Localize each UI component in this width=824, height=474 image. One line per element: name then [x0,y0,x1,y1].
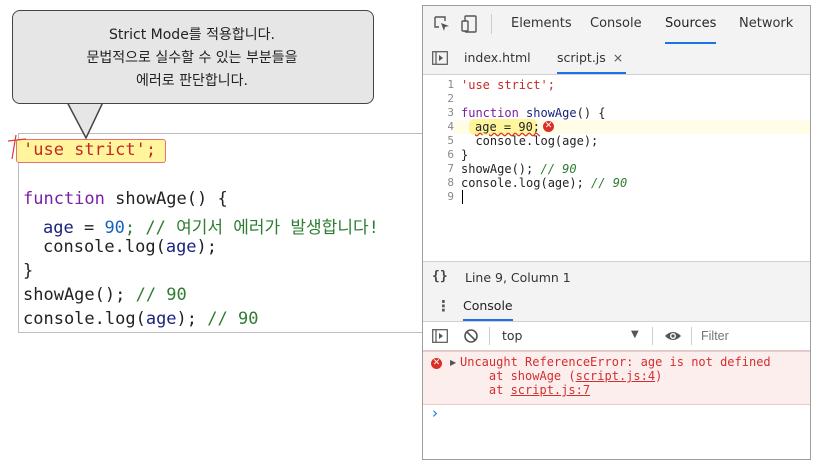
code-panel: 'use strict'; function showAge() { age =… [16,133,427,333]
context-selector[interactable]: top [502,328,522,343]
log-var: age [165,237,197,257]
tab-network[interactable]: Network [739,6,793,42]
line-number: 8 [447,176,454,189]
toolbar-separator [489,327,490,345]
stack-prefix: at [460,383,511,397]
eye-icon[interactable] [664,329,682,343]
function-keyword: function [23,189,105,209]
function-signature: showAge() { [104,189,228,209]
tab-console[interactable]: Console [590,6,642,42]
error-circle-icon: ✕ [431,358,442,369]
console-sidebar-icon[interactable] [432,329,448,343]
callout-line-3: 에러로 판단합니다. [136,73,248,89]
age-eq: = [73,218,105,238]
devtools-toolbar: Elements Console Sources Network [423,6,810,45]
call-code: showAge(); [23,285,136,305]
code-line-log: console.log(age); [43,237,217,257]
log2-comment: // 90 [207,309,259,329]
error-icon[interactable]: ✕ [543,121,554,132]
tab-sources[interactable]: Sources [665,6,717,44]
function-keyword: function [461,106,519,120]
code-line-strict: 'use strict'; [23,140,156,160]
editor-line-7: showAge(); // 90 [461,162,577,176]
code-editor[interactable]: 1 2 3 4 5 6 7 8 9 'use strict'; function… [423,75,810,261]
line-number: 9 [447,190,454,203]
stack-frame-2: at script.js:7 [460,383,590,397]
strict-string: 'use strict'; [23,140,157,160]
editor-line-4: age = 90; [475,120,541,134]
editor-line-5: console.log(age); [461,134,599,148]
line-number: 5 [447,134,454,147]
line-number: 3 [447,106,454,119]
call-comment: // 90 [135,285,187,305]
toggle-navigator-icon[interactable] [432,51,448,65]
toolbar-separator [652,327,653,345]
log-post: ); [196,237,218,257]
status-bar: {} Line 9, Column 1 [423,261,810,293]
file-tab-script-label: script.js [557,50,606,65]
filter-input[interactable] [699,326,808,346]
age-comment: ; // 여기서 에러가 발생합니다! [124,218,379,238]
editor-line-1: 'use strict'; [461,78,555,92]
inspect-element-icon[interactable] [433,15,451,33]
log-code: console.log(age); [461,176,592,190]
log2-var: age [145,309,177,329]
call-comment: // 90 [540,162,577,176]
expand-triangle-icon[interactable]: ▶ [450,358,456,367]
code-line-call: showAge(); // 90 [23,285,187,305]
toolbar-separator [491,14,492,34]
file-tabs-bar: index.html script.js × [423,44,810,75]
stack-link-script[interactable]: script.js:7 [511,383,590,397]
line-number: 7 [447,162,454,175]
age-var: age [43,218,74,238]
code-line-log2: console.log(age); // 90 [23,309,258,329]
cursor-position: Line 9, Column 1 [465,270,571,285]
chevron-down-icon[interactable]: ▼ [631,329,639,340]
function-name: showAge [518,106,577,120]
call-code: showAge(); [461,162,541,176]
toolbar-separator [691,327,692,345]
age-num: 90 [104,218,125,238]
editor-line-6: } [461,148,469,162]
console-toolbar: top ▼ [423,322,810,351]
drawer-tab-console[interactable]: Console [463,292,513,321]
close-tab-icon[interactable]: × [613,50,623,65]
line-number: 2 [447,92,454,105]
error-text: Uncaught ReferenceError: age is not defi… [460,355,771,369]
stack-link-showage[interactable]: script.js:4 [576,369,655,383]
console-drawer-header: ⋮ Console [423,292,810,322]
stack-suffix: ) [655,369,663,383]
pretty-print-icon[interactable]: {} [432,269,448,284]
function-params: () { [576,106,606,120]
stack-frame-1: at showAge (script.js:4) [460,369,662,383]
file-tab-script[interactable]: script.js × [557,44,626,74]
log2-pre: console.log( [23,309,146,329]
device-toolbar-icon[interactable] [461,15,479,33]
console-prompt[interactable]: › [423,404,810,424]
stack-prefix: at showAge ( [460,369,576,383]
log-pre: console.log( [43,237,166,257]
prompt-chevron-icon: › [432,404,438,422]
editor-line-3: function showAge() { [461,106,606,120]
tab-elements[interactable]: Elements [511,6,572,42]
text-cursor [462,190,463,204]
log-comment: // 90 [591,176,628,190]
line-number: 6 [447,148,454,161]
drawer-menu-icon[interactable]: ⋮ [436,297,451,315]
log2-post: ); [176,309,208,329]
clear-console-icon[interactable] [463,328,479,344]
line-number: 1 [447,78,454,91]
devtools-window: Elements Console Sources Network index.h… [422,5,811,460]
console-error-message: ✕ ▶ Uncaught ReferenceError: age is not … [423,351,810,405]
callout-line-2: 문법적으로 실수할 수 있는 부분들을 [86,50,298,66]
editor-line-8: console.log(age); // 90 [461,176,627,190]
code-line-age: age = 90; // 여기서 에러가 발생합니다! [43,213,379,238]
callout-line-1: Strict Mode를 적용합니다. [109,27,275,43]
code-line-close: } [23,261,34,281]
file-tab-index[interactable]: index.html [464,44,531,72]
code-line-function: function showAge() { [23,189,228,209]
line-number: 4 [447,120,454,133]
